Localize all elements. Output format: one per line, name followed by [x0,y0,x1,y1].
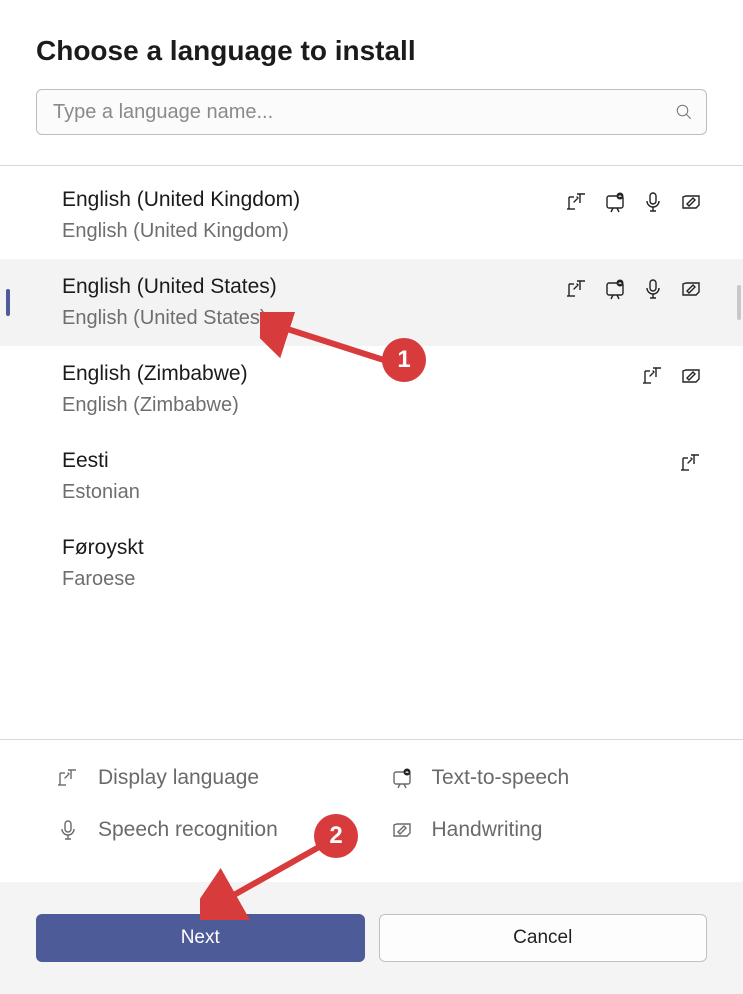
display-language-icon [641,364,665,388]
button-label: Next [181,927,220,949]
language-english-name: Faroese [62,568,703,591]
dialog-title: Choose a language to install [36,35,707,67]
legend-handwriting: Handwriting [390,818,704,842]
language-native-name: English (United Kingdom) [62,188,565,212]
handwriting-icon [390,818,414,842]
language-item[interactable]: Eesti Estonian [0,433,743,520]
handwriting-icon [679,364,703,388]
search-input[interactable] [36,89,707,135]
language-native-name: English (Zimbabwe) [62,362,641,386]
legend-tts: Text-to-speech [390,766,704,790]
display-language-icon [565,190,589,214]
language-text: English (United Kingdom) English (United … [62,188,565,243]
language-native-name: Eesti [62,449,679,473]
display-language-icon [565,277,589,301]
text-to-speech-icon [603,277,627,301]
language-capability-icons [679,451,703,475]
search-icon [675,103,693,121]
language-capability-icons [565,277,703,301]
language-english-name: Estonian [62,481,679,504]
language-install-dialog: Choose a language to install English (Un… [0,0,743,994]
text-to-speech-icon [390,766,414,790]
language-item[interactable]: Føroyskt Faroese [0,520,743,607]
legend-label: Handwriting [432,818,543,842]
button-label: Cancel [513,927,572,949]
speech-recognition-icon [56,818,80,842]
language-text: English (United States) English (United S… [62,275,565,330]
search-wrap [36,89,707,135]
capability-legend: Display language Text-to-speech Speech r… [0,739,743,882]
handwriting-icon [679,190,703,214]
next-button[interactable]: Next [36,914,365,962]
legend-label: Speech recognition [98,818,278,842]
speech-recognition-icon [641,190,665,214]
language-text: Eesti Estonian [62,449,679,504]
language-english-name: English (United States) [62,307,565,330]
legend-speech: Speech recognition [56,818,370,842]
speech-recognition-icon [641,277,665,301]
language-english-name: English (United Kingdom) [62,220,565,243]
legend-label: Display language [98,766,259,790]
language-english-name: English (Zimbabwe) [62,394,641,417]
legend-label: Text-to-speech [432,766,570,790]
language-native-name: English (United States) [62,275,565,299]
language-item[interactable]: English (Zimbabwe) English (Zimbabwe) [0,346,743,433]
display-language-icon [679,451,703,475]
dialog-header: Choose a language to install [0,0,743,135]
language-native-name: Føroyskt [62,536,703,560]
text-to-speech-icon [603,190,627,214]
language-text: Føroyskt Faroese [62,536,703,591]
dialog-footer: Next Cancel [0,882,743,994]
language-capability-icons [641,364,703,388]
language-text: English (Zimbabwe) English (Zimbabwe) [62,362,641,417]
cancel-button[interactable]: Cancel [379,914,708,962]
handwriting-icon [679,277,703,301]
display-language-icon [56,766,80,790]
legend-display: Display language [56,766,370,790]
language-item[interactable]: English (United States) English (United S… [0,259,743,346]
language-item[interactable]: English (United Kingdom) English (United … [0,172,743,259]
language-list[interactable]: English (United Kingdom) English (United … [0,166,743,739]
language-capability-icons [565,190,703,214]
